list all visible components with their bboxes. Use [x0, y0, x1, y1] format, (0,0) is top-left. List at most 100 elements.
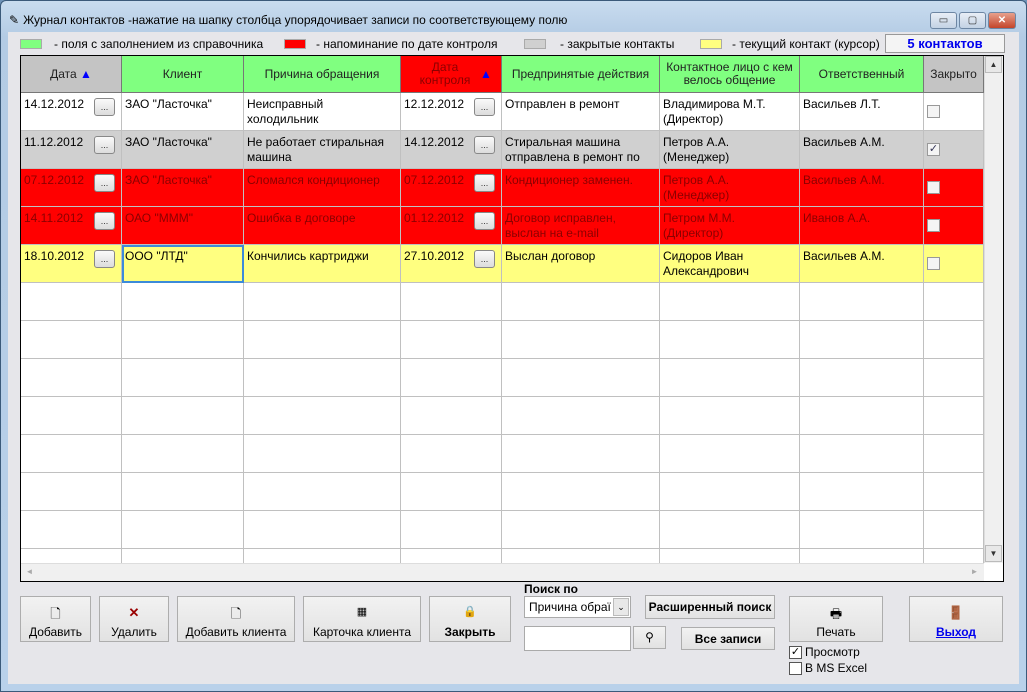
- closed-checkbox[interactable]: [927, 105, 940, 118]
- control-date-cell[interactable]: [401, 397, 502, 435]
- control-date-cell[interactable]: 27.10.2012...: [401, 245, 502, 283]
- table-row[interactable]: 07.12.2012... ЗАО "Ласточка" Сломался конд…: [21, 169, 984, 207]
- closed-cell[interactable]: [924, 283, 984, 321]
- closed-cell[interactable]: [924, 169, 984, 207]
- client-cell[interactable]: [122, 283, 244, 321]
- control-date-cell[interactable]: [401, 511, 502, 549]
- advanced-search-button[interactable]: Расширенный поиск: [645, 595, 775, 619]
- picker-button[interactable]: ...: [94, 174, 115, 192]
- reason-cell[interactable]: Ошибка в договоре: [244, 207, 401, 245]
- date-cell[interactable]: 18.10.2012...: [21, 245, 122, 283]
- add-button[interactable]: 🗋 Добавить: [20, 596, 91, 642]
- search-input[interactable]: [524, 626, 631, 651]
- picker-button[interactable]: ...: [474, 174, 495, 192]
- contact-cell[interactable]: [660, 511, 800, 549]
- reason-cell[interactable]: Кончились картриджи: [244, 245, 401, 283]
- picker-button[interactable]: ...: [474, 98, 495, 116]
- contact-cell[interactable]: Петром М.М. (Директор): [660, 207, 800, 245]
- table-row[interactable]: 14.11.2012... ОАО "МММ" Ошибка в договоре 0…: [21, 207, 984, 245]
- responsible-cell[interactable]: Васильев А.М.: [800, 131, 924, 169]
- header-reason[interactable]: Причина обращения: [244, 56, 401, 93]
- reason-cell[interactable]: [244, 283, 401, 321]
- closed-cell[interactable]: [924, 435, 984, 473]
- client-cell[interactable]: ЗАО "Ласточка": [122, 131, 244, 169]
- add-client-button[interactable]: 🗋 Добавить клиента: [177, 596, 295, 642]
- client-cell[interactable]: [122, 397, 244, 435]
- contact-cell[interactable]: [660, 283, 800, 321]
- reason-cell[interactable]: [244, 435, 401, 473]
- delete-button[interactable]: ✕ Удалить: [99, 596, 169, 642]
- preview-checkbox[interactable]: ✓ Просмотр: [789, 645, 860, 659]
- client-cell[interactable]: [122, 511, 244, 549]
- picker-button[interactable]: ...: [474, 250, 495, 268]
- header-contact[interactable]: Контактное лицо с кем велось общение: [660, 56, 800, 93]
- excel-checkbox[interactable]: В MS Excel: [789, 661, 867, 675]
- responsible-cell[interactable]: [800, 397, 924, 435]
- header-actions[interactable]: Предпринятые действия: [502, 56, 660, 93]
- picker-button[interactable]: ...: [94, 98, 115, 116]
- closed-cell[interactable]: [924, 511, 984, 549]
- date-cell[interactable]: [21, 321, 122, 359]
- responsible-cell[interactable]: [800, 321, 924, 359]
- client-card-button[interactable]: ▦ Карточка клиента: [303, 596, 421, 642]
- action-cell[interactable]: [502, 473, 660, 511]
- control-date-cell[interactable]: [401, 283, 502, 321]
- closed-cell[interactable]: ✓: [924, 131, 984, 169]
- responsible-cell[interactable]: Иванов А.А.: [800, 207, 924, 245]
- responsible-cell[interactable]: Васильев А.М.: [800, 169, 924, 207]
- closed-cell[interactable]: [924, 397, 984, 435]
- close-window-button[interactable]: ✕: [988, 12, 1016, 29]
- client-cell[interactable]: ООО "ЛТД": [122, 245, 244, 283]
- client-cell[interactable]: ОАО "МММ": [122, 207, 244, 245]
- control-date-cell[interactable]: 01.12.2012...: [401, 207, 502, 245]
- action-cell[interactable]: Договор исправлен, выслан на e-mail: [502, 207, 660, 245]
- horizontal-scrollbar[interactable]: ◄ ►: [21, 563, 984, 581]
- action-cell[interactable]: Стиральная машина отправлена в ремонт по: [502, 131, 660, 169]
- date-cell[interactable]: [21, 359, 122, 397]
- action-cell[interactable]: [502, 321, 660, 359]
- action-cell[interactable]: Отправлен в ремонт: [502, 93, 660, 131]
- client-cell[interactable]: [122, 359, 244, 397]
- date-cell[interactable]: 14.12.2012...: [21, 93, 122, 131]
- print-button[interactable]: 🖶 Печать: [789, 596, 883, 642]
- action-cell[interactable]: [502, 397, 660, 435]
- reason-cell[interactable]: [244, 397, 401, 435]
- chevron-down-icon[interactable]: ⌄: [613, 598, 629, 616]
- contact-cell[interactable]: Петров А.А. (Менеджер): [660, 131, 800, 169]
- control-date-cell[interactable]: 12.12.2012...: [401, 93, 502, 131]
- exit-button[interactable]: 🚪 Выход: [909, 596, 1003, 642]
- header-closed[interactable]: Закрыто: [924, 56, 984, 93]
- table-row[interactable]: [21, 511, 984, 549]
- table-row[interactable]: [21, 283, 984, 321]
- date-cell[interactable]: [21, 283, 122, 321]
- responsible-cell[interactable]: Васильев Л.Т.: [800, 93, 924, 131]
- vertical-scrollbar[interactable]: ▲ ▼: [984, 56, 1003, 563]
- search-field-select[interactable]: Причина обраї ⌄: [524, 596, 631, 618]
- control-date-cell[interactable]: [401, 435, 502, 473]
- action-cell[interactable]: Кондиционер заменен.: [502, 169, 660, 207]
- picker-button[interactable]: ...: [474, 136, 495, 154]
- all-records-button[interactable]: Все записи: [681, 627, 775, 650]
- close-record-button[interactable]: 🔒 Закрыть: [429, 596, 511, 642]
- closed-cell[interactable]: [924, 473, 984, 511]
- control-date-cell[interactable]: [401, 359, 502, 397]
- closed-cell[interactable]: [924, 245, 984, 283]
- table-row[interactable]: 18.10.2012... ООО "ЛТД" Кончились картридж…: [21, 245, 984, 283]
- responsible-cell[interactable]: [800, 511, 924, 549]
- client-cell[interactable]: ЗАО "Ласточка": [122, 93, 244, 131]
- action-cell[interactable]: [502, 435, 660, 473]
- reason-cell[interactable]: Не работает стиральная машина: [244, 131, 401, 169]
- date-cell[interactable]: [21, 397, 122, 435]
- control-date-cell[interactable]: 14.12.2012...: [401, 131, 502, 169]
- closed-cell[interactable]: [924, 207, 984, 245]
- scroll-up-button[interactable]: ▲: [985, 56, 1002, 73]
- contact-cell[interactable]: Петров А.А. (Менеджер): [660, 169, 800, 207]
- closed-cell[interactable]: [924, 93, 984, 131]
- responsible-cell[interactable]: [800, 435, 924, 473]
- contact-cell[interactable]: [660, 435, 800, 473]
- closed-checkbox[interactable]: ✓: [927, 143, 940, 156]
- responsible-cell[interactable]: [800, 359, 924, 397]
- contact-cell[interactable]: [660, 397, 800, 435]
- action-cell[interactable]: [502, 359, 660, 397]
- table-row[interactable]: [21, 435, 984, 473]
